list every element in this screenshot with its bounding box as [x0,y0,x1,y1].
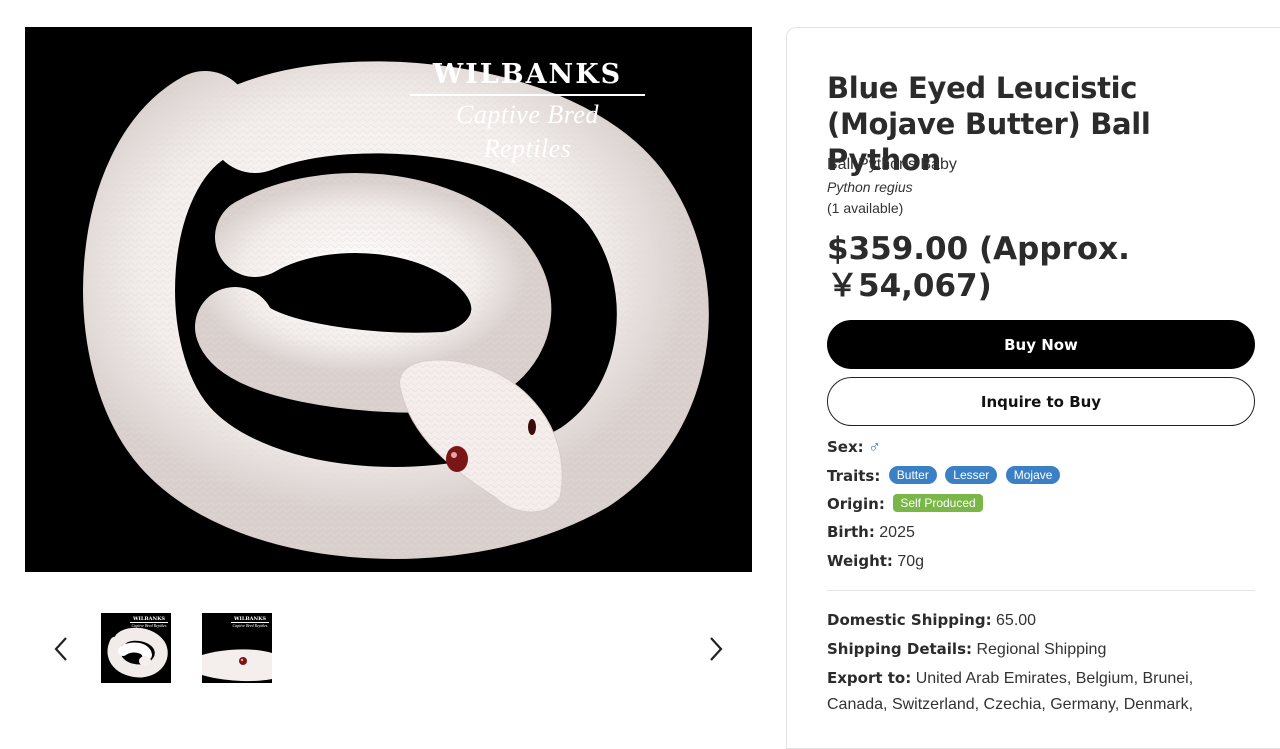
thumb-brand-sub: Captive Bred Reptiles [232,623,268,628]
shipping-details: Shipping Details: Regional Shipping [827,636,1247,663]
domestic-shipping-value: 65.00 [996,612,1037,629]
thumb-brand: WILBANKS [130,616,168,623]
domestic-shipping-label: Domestic Shipping: [827,611,992,629]
thumb-brand: WILBANKS [231,616,269,623]
attribute-origin: Origin: Self Produced [827,494,983,514]
sex-label: Sex: [827,438,864,456]
weight-label: Weight: [827,552,893,570]
main-product-image[interactable]: WILBANKS Captive Bred Reptiles [25,27,752,572]
traits-label: Traits: [827,467,881,485]
buy-now-button[interactable]: Buy Now [827,320,1255,369]
attribute-weight: Weight: 70g [827,552,924,571]
shipping-details-label: Shipping Details: [827,640,973,658]
thumb-brand-sub: Captive Bred Reptiles [131,623,167,628]
divider [827,590,1255,591]
chevron-right-icon[interactable] [703,632,729,666]
watermark-logo: WILBANKS Captive Bred Reptiles [410,60,645,166]
scientific-name: Python regius [827,179,913,195]
inquire-to-buy-button[interactable]: Inquire to Buy [827,377,1255,426]
product-category: Ball Pythons Baby [827,156,957,173]
thumbnail-1[interactable]: WILBANKS Captive Bred Reptiles [101,613,171,683]
trait-tag[interactable]: Mojave [1005,466,1061,484]
shipping-details-value: Regional Shipping [976,641,1107,658]
thumbnail-2[interactable]: WILBANKS Captive Bred Reptiles [202,613,272,683]
price: $359.00 (Approx. ￥54,067) [827,231,1130,304]
availability: (1 available) [827,200,904,216]
male-icon: ♂ [868,437,881,456]
brand-name: WILBANKS [410,60,645,96]
export-to: Export to: United Arab Emirates, Belgium… [827,665,1247,718]
birth-value: 2025 [879,524,915,541]
export-to-label: Export to: [827,669,912,687]
trait-tag[interactable]: Butter [888,466,937,484]
origin-badge: Self Produced [893,494,983,512]
thumbnail-carousel: WILBANKS Captive Bred Reptiles WILBANKS … [0,600,775,700]
trait-tag[interactable]: Lesser [945,466,998,484]
chevron-left-icon[interactable] [48,632,74,666]
snake-eye [446,446,468,472]
attribute-sex: Sex: ♂ [827,437,881,457]
attribute-traits: Traits: Butter Lesser Mojave [827,466,1061,486]
domestic-shipping: Domestic Shipping: 65.00 [827,607,1247,634]
attribute-birth: Birth: 2025 [827,523,915,542]
brand-subtitle: Captive Bred Reptiles [456,100,599,163]
birth-label: Birth: [827,523,875,541]
origin-label: Origin: [827,495,885,513]
weight-value: 70g [897,553,925,570]
